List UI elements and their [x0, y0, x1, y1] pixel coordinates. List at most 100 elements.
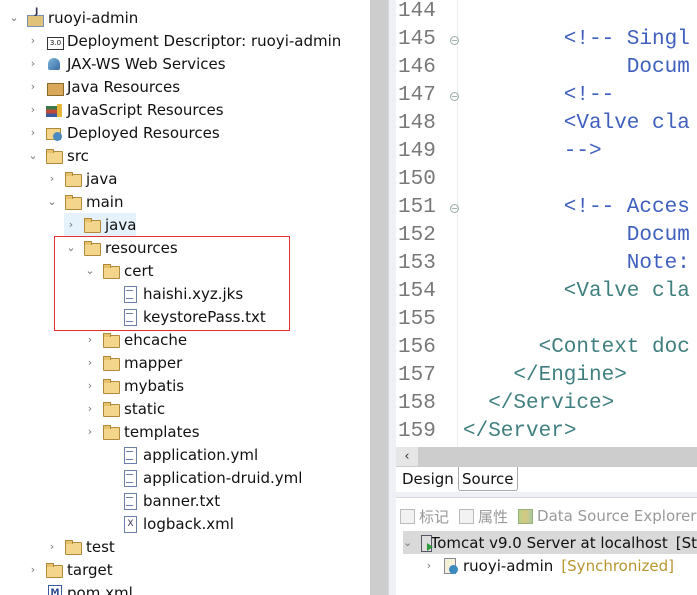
tree-item[interactable]: ⌄ src: [26, 144, 89, 167]
server-icon: [417, 534, 434, 552]
chevron-right-icon[interactable]: ›: [64, 218, 78, 231]
chevron-down-icon[interactable]: ⌄: [403, 536, 412, 549]
tree-item-label: Java Resources: [67, 77, 181, 96]
tree-item[interactable]: › Java Resources: [26, 75, 180, 98]
panel-divider[interactable]: [388, 0, 396, 595]
chevron-right-icon[interactable]: ›: [45, 172, 59, 185]
chevron-right-icon[interactable]: ›: [26, 57, 40, 70]
tree-item[interactable]: › static: [83, 397, 165, 420]
tab-source[interactable]: Source: [458, 467, 518, 491]
file-icon: [121, 446, 139, 464]
tree-item-label: application.yml: [143, 445, 259, 464]
tree-item[interactable]: › templates: [83, 420, 200, 443]
tab-design[interactable]: Design: [399, 467, 457, 491]
chevron-down-icon[interactable]: ⌄: [7, 11, 21, 24]
file-icon: [121, 492, 139, 510]
tree-item[interactable]: › ehcache: [83, 328, 187, 351]
java-resources-icon: [45, 79, 64, 96]
chevron-right-icon[interactable]: ›: [26, 126, 40, 139]
chevron-down-icon[interactable]: ⌄: [45, 195, 59, 208]
code-line: <!--: [563, 84, 615, 107]
tree-item-label: pom.xml: [67, 583, 133, 595]
file-icon: [121, 469, 139, 487]
tree-item-label: mybatis: [124, 376, 185, 395]
module-name: ruoyi-admin: [463, 556, 554, 575]
chevron-right-icon[interactable]: ›: [422, 559, 436, 572]
line-number: 144: [398, 0, 436, 23]
tree-item[interactable]: › JAX-WS Web Services: [26, 52, 226, 75]
module-row[interactable]: › ruoyi-admin [Synchronized]: [422, 554, 674, 577]
tree-item[interactable]: › mapper: [83, 351, 182, 374]
line-number: 153: [398, 252, 436, 275]
tree-item[interactable]: › target: [26, 558, 113, 581]
properties-icon: [459, 508, 475, 524]
folder-icon: [64, 539, 82, 555]
tab-properties[interactable]: 属性: [459, 506, 508, 527]
tree-item[interactable]: › java: [45, 167, 118, 190]
tree-item-label: Deployment Descriptor: ruoyi-admin: [67, 31, 342, 50]
folder-icon: [45, 148, 63, 164]
tree-item-label: logback.xml: [143, 514, 234, 533]
web-services-icon: [45, 56, 63, 72]
chevron-right-icon[interactable]: ›: [26, 80, 40, 93]
line-number: 149: [398, 140, 436, 163]
scroll-left-icon[interactable]: ‹: [396, 447, 418, 466]
tree-item[interactable]: › java: [64, 213, 137, 236]
line-number-gutter: 144 145 − 146 147 − 148 149 150 151 − 152 153 154 155 1…: [396, 0, 459, 447]
web-project-icon: [26, 7, 44, 27]
tree-item[interactable]: application.yml: [102, 443, 258, 466]
chevron-right-icon[interactable]: ›: [26, 563, 40, 576]
tree-item[interactable]: › mybatis: [83, 374, 184, 397]
line-number: 146: [398, 56, 436, 79]
folder-icon: [83, 217, 101, 233]
code-editor[interactable]: 144 145 − 146 147 − 148 149 150 151 − 152 153 154 155 1…: [396, 0, 697, 466]
code-line: Docum: [626, 224, 690, 247]
tree-item[interactable]: banner.txt: [102, 489, 220, 512]
tree-item[interactable]: application-druid.yml: [102, 466, 302, 489]
chevron-down-icon[interactable]: ⌄: [26, 149, 40, 162]
tab-data-source-explorer[interactable]: Data Source Explorer: [518, 507, 696, 525]
xml-file-icon: [121, 515, 139, 533]
code-line: <Context doc: [538, 336, 690, 359]
folder-icon: [64, 171, 82, 187]
editor-horizontal-scrollbar[interactable]: ‹: [396, 447, 697, 466]
fold-toggle-icon[interactable]: −: [450, 204, 459, 213]
tree-item-label: java: [105, 215, 137, 234]
chevron-right-icon[interactable]: ›: [26, 34, 40, 47]
tree-item[interactable]: ⌄ main: [45, 190, 123, 213]
folder-icon: [102, 401, 120, 417]
line-number: 156: [398, 336, 436, 359]
chevron-right-icon[interactable]: ›: [45, 540, 59, 553]
server-row[interactable]: ⌄ Tomcat v9.0 Server at localhost [St: [403, 531, 697, 554]
chevron-right-icon[interactable]: ›: [83, 379, 97, 392]
fold-toggle-icon[interactable]: −: [450, 36, 459, 45]
line-number: 151: [398, 196, 436, 219]
tree-item-label: banner.txt: [143, 491, 221, 510]
line-number: 152: [398, 224, 436, 247]
tab-markers[interactable]: 标记: [400, 506, 449, 527]
tree-item[interactable]: › test: [45, 535, 115, 558]
tree-item[interactable]: › Deployment Descriptor: ruoyi-admin: [26, 29, 341, 52]
tree-item-label: JavaScript Resources: [67, 100, 224, 119]
tree-item[interactable]: › JavaScript Resources: [26, 98, 224, 121]
tree-item[interactable]: logback.xml: [102, 512, 234, 535]
tree-item-label: application-druid.yml: [143, 468, 303, 487]
line-number: 145: [398, 28, 436, 51]
folder-icon: [102, 355, 120, 371]
chevron-right-icon[interactable]: ›: [83, 425, 97, 438]
tree-item[interactable]: pom.xml: [26, 581, 133, 595]
chevron-right-icon[interactable]: ›: [83, 333, 97, 346]
tree-item[interactable]: › Deployed Resources: [26, 121, 220, 144]
server-name: Tomcat v9.0 Server at localhost: [430, 533, 668, 552]
javascript-resources-icon: [45, 102, 63, 118]
chevron-right-icon[interactable]: ›: [83, 356, 97, 369]
tree-item[interactable]: ⌄ ruoyi-admin: [7, 6, 138, 29]
chevron-right-icon[interactable]: ›: [26, 103, 40, 116]
chevron-right-icon[interactable]: ›: [83, 402, 97, 415]
tree-item-label: ehcache: [124, 330, 188, 349]
highlight-box: [54, 236, 290, 331]
fold-toggle-icon[interactable]: −: [450, 92, 459, 101]
folder-icon: [102, 378, 120, 394]
maven-pom-icon: [45, 584, 63, 595]
project-explorer-scrollbar[interactable]: [370, 0, 388, 595]
